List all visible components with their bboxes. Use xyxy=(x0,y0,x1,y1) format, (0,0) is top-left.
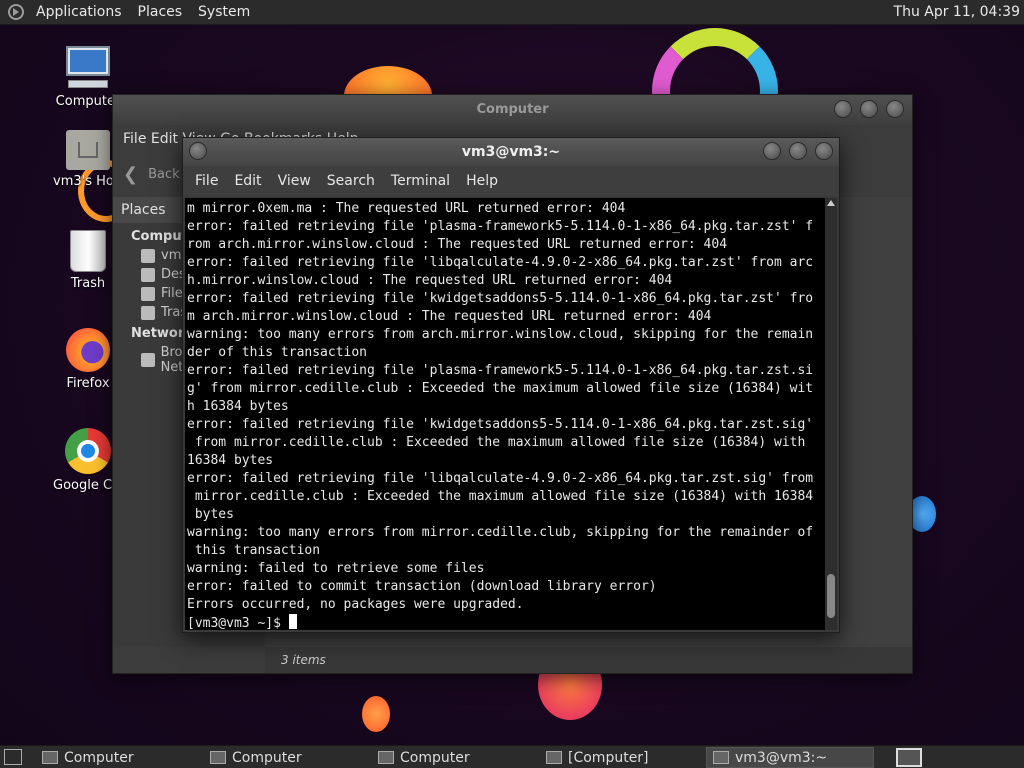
terminal-line: error: failed retrieving file 'kwidgetsa… xyxy=(187,291,814,306)
terminal-title: vm3@vm3:~ xyxy=(461,144,561,160)
status-bar: 3 items xyxy=(265,647,912,673)
terminal-line: m arch.mirror.winslow.cloud : The reques… xyxy=(187,309,712,324)
terminal-cursor xyxy=(288,614,297,629)
terminal-line: error: failed to commit transaction (dow… xyxy=(187,579,657,594)
file-manager-title: Computer xyxy=(476,102,549,117)
minimize-button[interactable] xyxy=(763,142,781,160)
terminal-line: h 16384 bytes xyxy=(187,399,289,414)
taskbar-item-computer-2[interactable]: Computer xyxy=(204,747,364,768)
computer-icon xyxy=(64,46,112,90)
trash-icon xyxy=(141,305,155,320)
terminal-line: mirror.cedille.club : Exceeded the maxim… xyxy=(187,489,814,504)
terminal-line: g' from mirror.cedille.club : Exceeded t… xyxy=(187,381,814,396)
close-button[interactable] xyxy=(886,100,904,118)
maximize-button[interactable] xyxy=(789,142,807,160)
terminal-output[interactable]: m mirror.0xem.ma : The requested URL ret… xyxy=(185,198,827,630)
terminal-line: this transaction xyxy=(187,543,321,558)
terminal-line: h.mirror.winslow.cloud : The requested U… xyxy=(187,273,673,288)
terminal-scrollbar[interactable] xyxy=(825,198,837,630)
taskbar-label: vm3@vm3:~ xyxy=(735,749,828,766)
terminal-line: warning: too many errors from arch.mirro… xyxy=(187,327,814,342)
back-arrow-icon[interactable]: ❮ xyxy=(123,164,138,185)
window-menu-button[interactable] xyxy=(189,142,207,160)
top-panel: Applications Places System Thu Apr 11, 0… xyxy=(0,0,1024,25)
terminal-line: m mirror.0xem.ma : The requested URL ret… xyxy=(187,201,626,216)
menu-help[interactable]: Help xyxy=(458,166,506,196)
wallpaper-small-blob xyxy=(362,696,390,732)
clock[interactable]: Thu Apr 11, 04:39 xyxy=(894,0,1020,25)
chrome-icon xyxy=(65,428,111,474)
show-desktop-icon[interactable] xyxy=(4,749,22,765)
close-button[interactable] xyxy=(815,142,833,160)
menu-file[interactable]: File xyxy=(187,166,226,196)
menu-edit[interactable]: Edit xyxy=(226,166,269,196)
minimize-button[interactable] xyxy=(834,100,852,118)
terminal-line: der of this transaction xyxy=(187,345,368,360)
system-menu[interactable]: System xyxy=(190,0,258,25)
trash-icon xyxy=(70,230,106,272)
home-icon xyxy=(141,248,155,263)
workspace-switcher[interactable] xyxy=(896,748,922,767)
terminal-line: error: failed retrieving file 'plasma-fr… xyxy=(187,363,814,378)
taskbar-item-terminal[interactable]: vm3@vm3:~ xyxy=(706,747,874,768)
terminal-line: warning: too many errors from mirror.ced… xyxy=(187,525,814,540)
network-icon xyxy=(141,353,155,367)
applications-menu[interactable]: Applications xyxy=(28,0,130,25)
terminal-line: 16384 bytes xyxy=(187,453,274,468)
taskbar-label: Computer xyxy=(400,749,470,766)
home-folder-icon xyxy=(66,130,110,170)
menu-search[interactable]: Search xyxy=(319,166,383,196)
terminal-icon xyxy=(713,751,729,764)
taskbar-label: Computer xyxy=(64,749,134,766)
terminal-line: bytes xyxy=(187,507,234,522)
terminal-line: rom arch.mirror.winslow.cloud : The requ… xyxy=(187,237,728,252)
menu-view[interactable]: View xyxy=(270,166,319,196)
terminal-titlebar[interactable]: vm3@vm3:~ xyxy=(183,138,839,166)
scrollbar-thumb[interactable] xyxy=(827,574,835,618)
terminal-line: error: failed retrieving file 'libqalcul… xyxy=(187,471,814,486)
terminal-menubar: File Edit View Search Terminal Help xyxy=(183,166,839,196)
terminal-line: Errors occurred, no packages were upgrad… xyxy=(187,597,524,612)
firefox-icon xyxy=(66,328,110,372)
terminal-line: error: failed retrieving file 'libqalcul… xyxy=(187,255,814,270)
drive-icon xyxy=(141,286,155,301)
maximize-button[interactable] xyxy=(860,100,878,118)
terminal-prompt-line[interactable]: [vm3@vm3 ~]$ xyxy=(187,614,827,630)
places-menu[interactable]: Places xyxy=(130,0,191,25)
terminal-line: error: failed retrieving file 'kwidgetsa… xyxy=(187,417,814,432)
taskbar-item-computer-4[interactable]: [Computer] xyxy=(540,747,700,768)
terminal-line: error: failed retrieving file 'plasma-fr… xyxy=(187,219,814,234)
desktop-folder-icon xyxy=(141,267,155,282)
window-icon xyxy=(210,751,226,764)
scroll-up-arrow-icon[interactable] xyxy=(827,200,835,206)
taskbar-item-computer-1[interactable]: Computer xyxy=(36,747,196,768)
window-icon xyxy=(378,751,394,764)
file-manager-titlebar[interactable]: Computer xyxy=(113,95,912,125)
bottom-taskbar: Computer Computer Computer [Computer] vm… xyxy=(0,745,1024,768)
terminal-line: from mirror.cedille.club : Exceeded the … xyxy=(187,435,806,450)
back-button[interactable]: Back xyxy=(148,167,180,182)
distro-logo-icon[interactable] xyxy=(8,4,24,20)
terminal-line: warning: failed to retrieve some files xyxy=(187,561,485,576)
taskbar-item-computer-3[interactable]: Computer xyxy=(372,747,532,768)
taskbar-label: [Computer] xyxy=(568,749,649,766)
terminal-window[interactable]: vm3@vm3:~ File Edit View Search Terminal… xyxy=(182,137,840,633)
menu-terminal[interactable]: Terminal xyxy=(383,166,458,196)
window-icon xyxy=(42,751,58,764)
taskbar-label: Computer xyxy=(232,749,302,766)
window-icon xyxy=(546,751,562,764)
terminal-prompt: [vm3@vm3 ~]$ xyxy=(187,616,289,630)
